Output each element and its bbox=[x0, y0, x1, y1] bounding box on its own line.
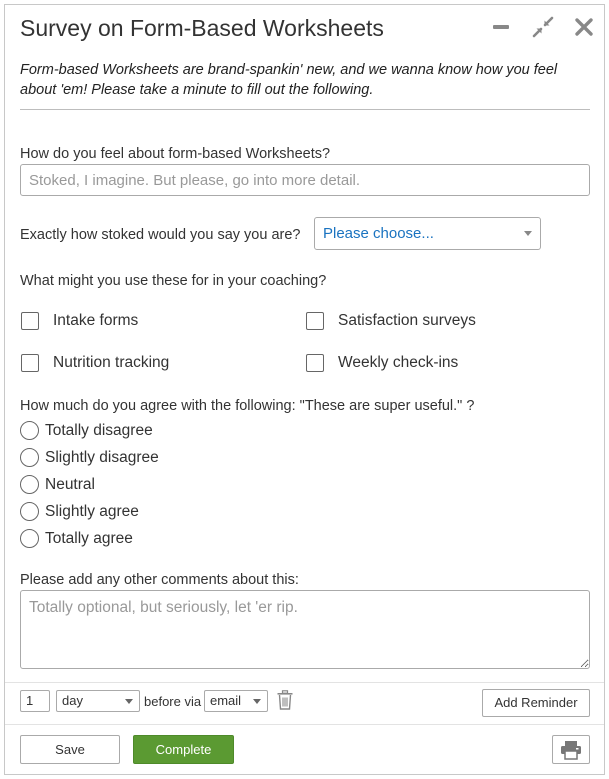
checkbox-label: Nutrition tracking bbox=[53, 354, 170, 371]
checkbox-box[interactable] bbox=[306, 354, 324, 372]
question-use-label: What might you use these for in your coa… bbox=[20, 273, 327, 289]
checkbox-nutrition-tracking[interactable]: Nutrition tracking bbox=[21, 354, 169, 372]
radio-totally-disagree[interactable]: Totally disagree bbox=[20, 421, 153, 440]
checkbox-weekly-check-ins[interactable]: Weekly check-ins bbox=[306, 354, 458, 372]
radio-button[interactable] bbox=[20, 529, 39, 548]
dialog-intro: Form-based Worksheets are brand-spankin'… bbox=[20, 62, 558, 98]
printer-icon bbox=[561, 741, 581, 760]
checkbox-box[interactable] bbox=[21, 354, 39, 372]
survey-dialog: Survey on Form-Based Worksheets Form-bas… bbox=[4, 4, 605, 775]
footer-divider bbox=[5, 724, 604, 725]
question-agree-label: How much do you agree with the following… bbox=[20, 398, 475, 414]
dialog-title: Survey on Form-Based Worksheets bbox=[20, 15, 384, 41]
chevron-down-icon bbox=[125, 699, 133, 704]
before-via-label: before via bbox=[144, 694, 202, 709]
reminder-unit-select[interactable]: day bbox=[56, 690, 140, 712]
question-feel-label: How do you feel about form-based Workshe… bbox=[20, 146, 331, 162]
radio-label: Slightly disagree bbox=[45, 448, 159, 466]
checkbox-label: Intake forms bbox=[53, 312, 139, 329]
feel-text-input[interactable] bbox=[20, 164, 590, 196]
radio-button[interactable] bbox=[20, 502, 39, 521]
radio-button[interactable] bbox=[20, 421, 39, 440]
radio-totally-agree[interactable]: Totally agree bbox=[20, 529, 133, 548]
reminder-channel-value: email bbox=[210, 693, 242, 708]
checkbox-box[interactable] bbox=[21, 312, 39, 330]
radio-neutral[interactable]: Neutral bbox=[20, 475, 95, 494]
checkbox-box[interactable] bbox=[306, 312, 324, 330]
radio-button[interactable] bbox=[20, 475, 39, 494]
reminder-unit-value: day bbox=[62, 693, 83, 708]
stoked-select[interactable]: Please choose... bbox=[314, 217, 541, 250]
minimize-icon[interactable] bbox=[489, 15, 513, 39]
radio-label: Neutral bbox=[45, 475, 95, 493]
chevron-down-icon bbox=[253, 699, 261, 704]
close-icon[interactable] bbox=[572, 15, 596, 39]
checkbox-label: Weekly check-ins bbox=[338, 354, 459, 371]
radio-button[interactable] bbox=[20, 448, 39, 467]
radio-label: Totally agree bbox=[45, 529, 133, 547]
stoked-select-value: Please choose... bbox=[323, 225, 434, 242]
question-comments-label: Please add any other comments about this… bbox=[20, 572, 299, 588]
print-button[interactable] bbox=[552, 735, 590, 764]
add-reminder-button[interactable]: Add Reminder bbox=[482, 689, 590, 717]
reminder-channel-select[interactable]: email bbox=[204, 690, 268, 712]
chevron-down-icon bbox=[524, 231, 532, 236]
radio-slightly-agree[interactable]: Slightly agree bbox=[20, 502, 139, 521]
save-button[interactable]: Save bbox=[20, 735, 120, 764]
reminder-divider-top bbox=[5, 682, 604, 683]
checkbox-intake-forms[interactable]: Intake forms bbox=[21, 312, 138, 330]
question-stoked-label: Exactly how stoked would you say you are… bbox=[20, 227, 301, 243]
comments-textarea[interactable] bbox=[20, 590, 590, 669]
checkbox-label: Satisfaction surveys bbox=[338, 312, 476, 329]
checkbox-satisfaction-surveys[interactable]: Satisfaction surveys bbox=[306, 312, 476, 330]
radio-label: Totally disagree bbox=[45, 421, 153, 439]
radio-label: Slightly agree bbox=[45, 502, 139, 520]
reminder-amount-input[interactable]: 1 bbox=[20, 690, 50, 712]
collapse-icon[interactable] bbox=[531, 15, 555, 39]
radio-slightly-disagree[interactable]: Slightly disagree bbox=[20, 448, 159, 467]
trash-icon[interactable] bbox=[276, 690, 294, 710]
complete-button[interactable]: Complete bbox=[133, 735, 234, 764]
header-divider bbox=[20, 109, 590, 110]
